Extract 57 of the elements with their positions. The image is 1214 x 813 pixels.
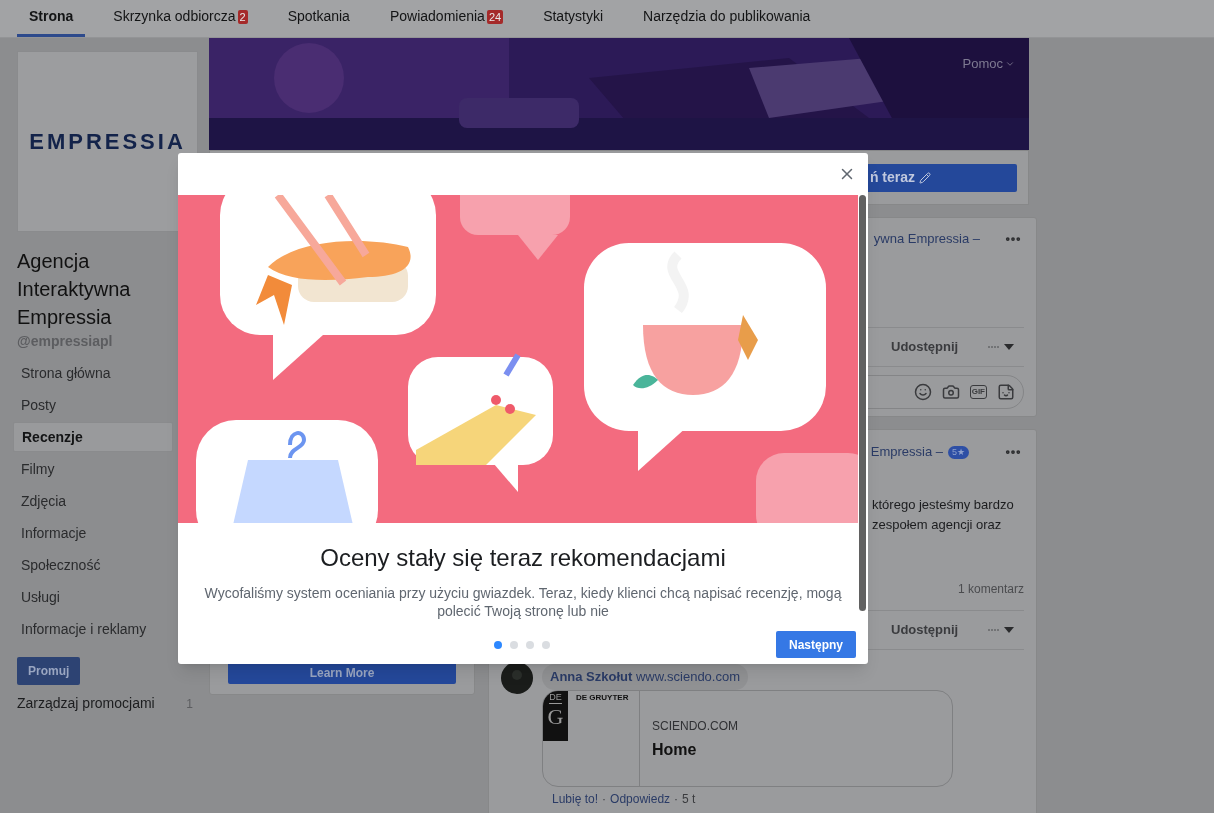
sidebar-item[interactable]: Recenzje: [13, 422, 173, 452]
page-tab[interactable]: Narzędzia do publikowania: [631, 0, 823, 37]
audience-icon: [988, 345, 1000, 349]
page-tab[interactable]: Strona: [17, 0, 86, 37]
comment-action-link[interactable]: Odpowiedz: [610, 789, 671, 808]
post-text: zespołem agencji oraz: [872, 516, 1003, 534]
preview-domain: SCIENDO.COM: [652, 717, 738, 735]
sidebar-item[interactable]: Społeczność: [17, 550, 172, 580]
learn-more-button[interactable]: Learn More: [228, 662, 456, 684]
sidebar-item[interactable]: Informacje: [17, 518, 172, 548]
count-badge: 2: [237, 9, 248, 24]
next-button[interactable]: Następny: [776, 631, 856, 658]
publisher-name: DE GRUYTER: [576, 691, 629, 704]
comment-bubble: Anna Szkołut www.sciendo.com: [542, 664, 748, 690]
caret-icon: [1004, 344, 1014, 350]
gif-button[interactable]: GIF: [969, 384, 987, 399]
rating-badge: 5★: [948, 445, 969, 459]
comment-action-link[interactable]: Lubię to!: [552, 789, 599, 808]
sidebar-item[interactable]: Zdjęcia: [17, 486, 172, 516]
page-tab[interactable]: Powiadomienia 24: [377, 0, 516, 37]
share-button[interactable]: Udostępnij: [891, 620, 959, 640]
promote-button[interactable]: Promuj: [17, 657, 81, 685]
profile-picture[interactable]: EMPRESSIA: [17, 51, 198, 232]
page-tab[interactable]: Skrzynka odbiorcza 2: [101, 0, 260, 37]
sidebar-item[interactable]: Usługi: [17, 582, 172, 612]
separator-dot: ·: [602, 790, 607, 808]
count-badge: 24: [486, 9, 504, 24]
sidebar-item[interactable]: Posty: [17, 390, 172, 420]
dialog-title: Oceny stały się teraz rekomendacjami: [319, 543, 727, 573]
separator-dot: ·: [674, 790, 679, 808]
camera-icon[interactable]: [941, 382, 960, 401]
logo-text: EMPRESSIA: [29, 128, 186, 156]
publisher-logo: DE G: [543, 690, 568, 741]
sidebar-item[interactable]: Strona główna: [17, 358, 172, 388]
page-tab[interactable]: Spotkania: [275, 0, 362, 37]
scrollbar[interactable]: [859, 195, 866, 611]
pencil-icon: [919, 171, 931, 184]
post-text: którego jesteśmy bardzo: [872, 496, 1015, 514]
page-name: Agencja Interaktywna Empressia: [17, 249, 132, 330]
preview-title: Home: [652, 739, 698, 760]
link-preview-card[interactable]: DE G DE GRUYTER SCIENDO.COM Home: [542, 689, 953, 787]
comments-count-link[interactable]: 1 komentarz: [957, 580, 1024, 598]
audience-icon: [988, 628, 1000, 632]
sticker-icon[interactable]: [997, 382, 1015, 401]
share-button[interactable]: Udostępnij: [891, 337, 959, 357]
sidebar-item[interactable]: Filmy: [17, 454, 172, 484]
post-author-link[interactable]: Empressia –: [870, 442, 943, 462]
help-menu[interactable]: Pomoc: [962, 54, 1015, 74]
sidebar-item[interactable]: Informacje i reklamy: [17, 614, 172, 644]
caret-icon: [1004, 627, 1014, 633]
page-tab[interactable]: Statystyki: [531, 0, 616, 37]
emoji-icon[interactable]: [913, 382, 932, 401]
comment-time: 5 t: [682, 790, 696, 808]
dialog-description: Wycofaliśmy system oceniania przy użyciu gwiazdek. Teraz, kiedy klienci chcą napisać recenzję, mogą polecić Twoją stronę lub nie: [203, 584, 843, 620]
avatar: [501, 662, 533, 694]
post-author-link[interactable]: ywna Empressia –: [873, 229, 980, 249]
manage-promotions-link[interactable]: Zarządzaj promocjami: [17, 693, 155, 714]
